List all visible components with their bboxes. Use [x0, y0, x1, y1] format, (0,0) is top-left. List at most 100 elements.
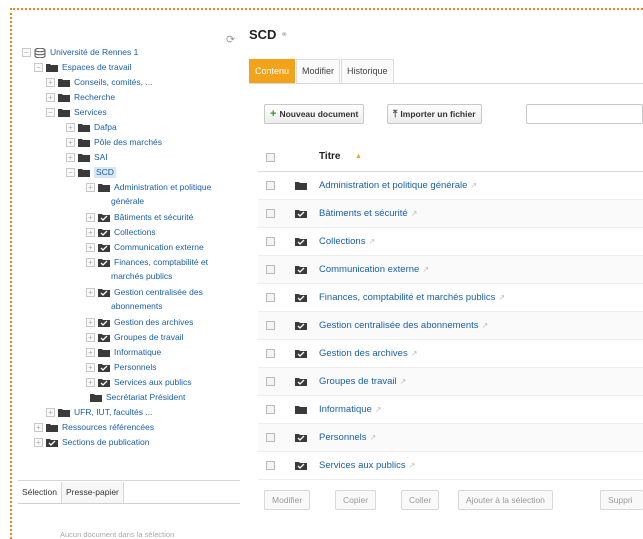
expand-toggle-icon[interactable]: + [86, 287, 95, 297]
row-checkbox[interactable] [266, 405, 275, 414]
copy-button[interactable]: Copier [335, 490, 377, 510]
expand-toggle-icon[interactable]: + [46, 407, 55, 417]
expand-toggle-icon[interactable]: + [86, 257, 95, 267]
table-row[interactable]: Services aux publics ↗ [258, 452, 643, 480]
row-title[interactable]: Informatique [319, 404, 372, 415]
row-checkbox[interactable] [266, 349, 275, 358]
permalink-icon[interactable]: ⚭ [280, 29, 288, 40]
tree-item-sections[interactable]: + Sections de publication [34, 436, 149, 448]
tree-item-groupes[interactable]: + Groupes de travail [86, 331, 183, 343]
table-row[interactable]: Informatique ↗ [258, 396, 643, 424]
tree-item-secretariat[interactable]: Secrétariat Président [78, 391, 185, 403]
new-document-button[interactable]: + Nouveau document [264, 104, 365, 124]
tree-item-collections[interactable]: + Collections [86, 226, 156, 238]
tree-item-pole-marches[interactable]: + Pôle des marchés [66, 136, 162, 148]
tree-item-universite[interactable]: − Université de Rennes 1 [22, 46, 138, 58]
expand-toggle-icon[interactable]: + [86, 212, 95, 222]
expand-toggle-icon[interactable]: + [86, 347, 95, 357]
table-row[interactable]: Groupes de travail ↗ [258, 368, 643, 396]
tree-item-services[interactable]: − Services [46, 106, 107, 118]
expand-toggle-icon[interactable]: + [66, 122, 75, 132]
open-external-icon[interactable]: ↗ [482, 321, 489, 330]
open-external-icon[interactable]: ↗ [400, 377, 407, 386]
expand-toggle-icon[interactable]: + [86, 317, 95, 327]
tree-item-dafpa[interactable]: + Dafpa [66, 121, 117, 133]
expand-toggle-icon[interactable]: + [66, 152, 75, 162]
tree-item-batiments[interactable]: + Bâtiments et sécurité [86, 211, 193, 223]
row-checkbox[interactable] [266, 265, 275, 274]
tab-clipboard[interactable]: Presse-papier [61, 482, 124, 503]
row-title[interactable]: Gestion des archives [319, 348, 408, 359]
tree-item-services-publics[interactable]: + Services aux publics [86, 376, 191, 388]
table-row[interactable]: Collections ↗ [258, 228, 643, 256]
row-checkbox[interactable] [266, 237, 275, 246]
table-row[interactable]: Communication externe ↗ [258, 256, 643, 284]
collapse-toggle-icon[interactable]: − [34, 62, 43, 72]
tree-item-espaces[interactable]: − Espaces de travail [34, 61, 131, 73]
table-row[interactable]: Gestion centralisée des abonnements ↗ [258, 312, 643, 340]
modify-button[interactable]: Modifier [264, 490, 311, 510]
row-checkbox[interactable] [266, 377, 275, 386]
open-external-icon[interactable]: ↗ [368, 237, 375, 246]
tree-item-recherche[interactable]: + Recherche [46, 91, 115, 103]
open-external-icon[interactable]: ↗ [470, 181, 477, 190]
row-title[interactable]: Groupes de travail [319, 376, 397, 387]
tree-item-informatique[interactable]: + Informatique [86, 346, 161, 358]
tree-item-finances[interactable]: + Finances, comptabilité et [86, 256, 208, 268]
row-checkbox[interactable] [266, 181, 275, 190]
row-title[interactable]: Services aux publics [319, 460, 406, 471]
open-external-icon[interactable]: ↗ [498, 293, 505, 302]
row-title[interactable]: Collections [319, 236, 365, 247]
row-checkbox[interactable] [266, 433, 275, 442]
expand-toggle-icon[interactable]: + [86, 227, 95, 237]
tab-selection[interactable]: Sélection [18, 482, 62, 503]
tab-modifier[interactable]: Modifier [296, 59, 341, 83]
delete-button[interactable]: Suppri [600, 490, 643, 510]
expand-toggle-icon[interactable]: + [86, 182, 95, 192]
row-checkbox[interactable] [266, 321, 275, 330]
row-checkbox[interactable] [266, 209, 275, 218]
expand-toggle-icon[interactable]: + [86, 362, 95, 372]
row-title[interactable]: Gestion centralisée des abonnements [319, 320, 479, 331]
expand-toggle-icon[interactable]: + [46, 77, 55, 87]
collapse-toggle-icon[interactable]: − [46, 107, 55, 117]
row-title[interactable]: Finances, comptabilité et marchés public… [319, 292, 495, 303]
table-row[interactable]: Bâtiments et sécurité ↗ [258, 200, 643, 228]
table-row[interactable]: Administration et politique générale ↗ [258, 172, 643, 200]
open-external-icon[interactable]: ↗ [422, 265, 429, 274]
open-external-icon[interactable]: ↗ [411, 349, 418, 358]
expand-toggle-icon[interactable]: + [66, 137, 75, 147]
tree-item-ressources[interactable]: + Ressources référencées [34, 421, 154, 433]
tab-contenu[interactable]: Contenu [249, 59, 296, 83]
sort-ascending-icon[interactable]: ▲ [355, 153, 362, 160]
tree-item-gestion-archives[interactable]: + Gestion des archives [86, 316, 193, 328]
tree-item-scd[interactable]: − SCD [66, 166, 116, 178]
table-row[interactable]: Personnels ↗ [258, 424, 643, 452]
search-input[interactable] [526, 104, 643, 124]
tree-item-communication[interactable]: + Communication externe [86, 241, 204, 253]
row-checkbox[interactable] [266, 461, 275, 470]
refresh-icon[interactable]: ⟳ [226, 34, 238, 46]
table-row[interactable]: Finances, comptabilité et marchés public… [258, 284, 643, 312]
expand-toggle-icon[interactable]: + [34, 422, 43, 432]
tree-item-ufr[interactable]: + UFR, IUT, facultés ... [46, 406, 152, 418]
tree-item-administration[interactable]: + Administration et politique [86, 181, 211, 193]
tree-item-sai[interactable]: + SAI [66, 151, 108, 163]
expand-toggle-icon[interactable]: + [34, 437, 43, 447]
tree-item-personnels[interactable]: + Personnels [86, 361, 157, 373]
open-external-icon[interactable]: ↗ [370, 433, 377, 442]
expand-toggle-icon[interactable]: + [86, 332, 95, 342]
collapse-toggle-icon[interactable]: − [66, 167, 75, 177]
expand-toggle-icon[interactable]: + [46, 92, 55, 102]
open-external-icon[interactable]: ↗ [409, 461, 416, 470]
column-header-title[interactable]: Titre [319, 151, 341, 162]
table-row[interactable]: Gestion des archives ↗ [258, 340, 643, 368]
row-title[interactable]: Communication externe [319, 264, 419, 275]
import-file-button[interactable]: ⤒ Importer un fichier [387, 104, 482, 124]
row-title[interactable]: Personnels [319, 432, 367, 443]
expand-toggle-icon[interactable]: + [86, 377, 95, 387]
row-checkbox[interactable] [266, 293, 275, 302]
open-external-icon[interactable]: ↗ [411, 209, 418, 218]
collapse-toggle-icon[interactable]: − [22, 47, 31, 57]
paste-button[interactable]: Coller [401, 490, 440, 510]
